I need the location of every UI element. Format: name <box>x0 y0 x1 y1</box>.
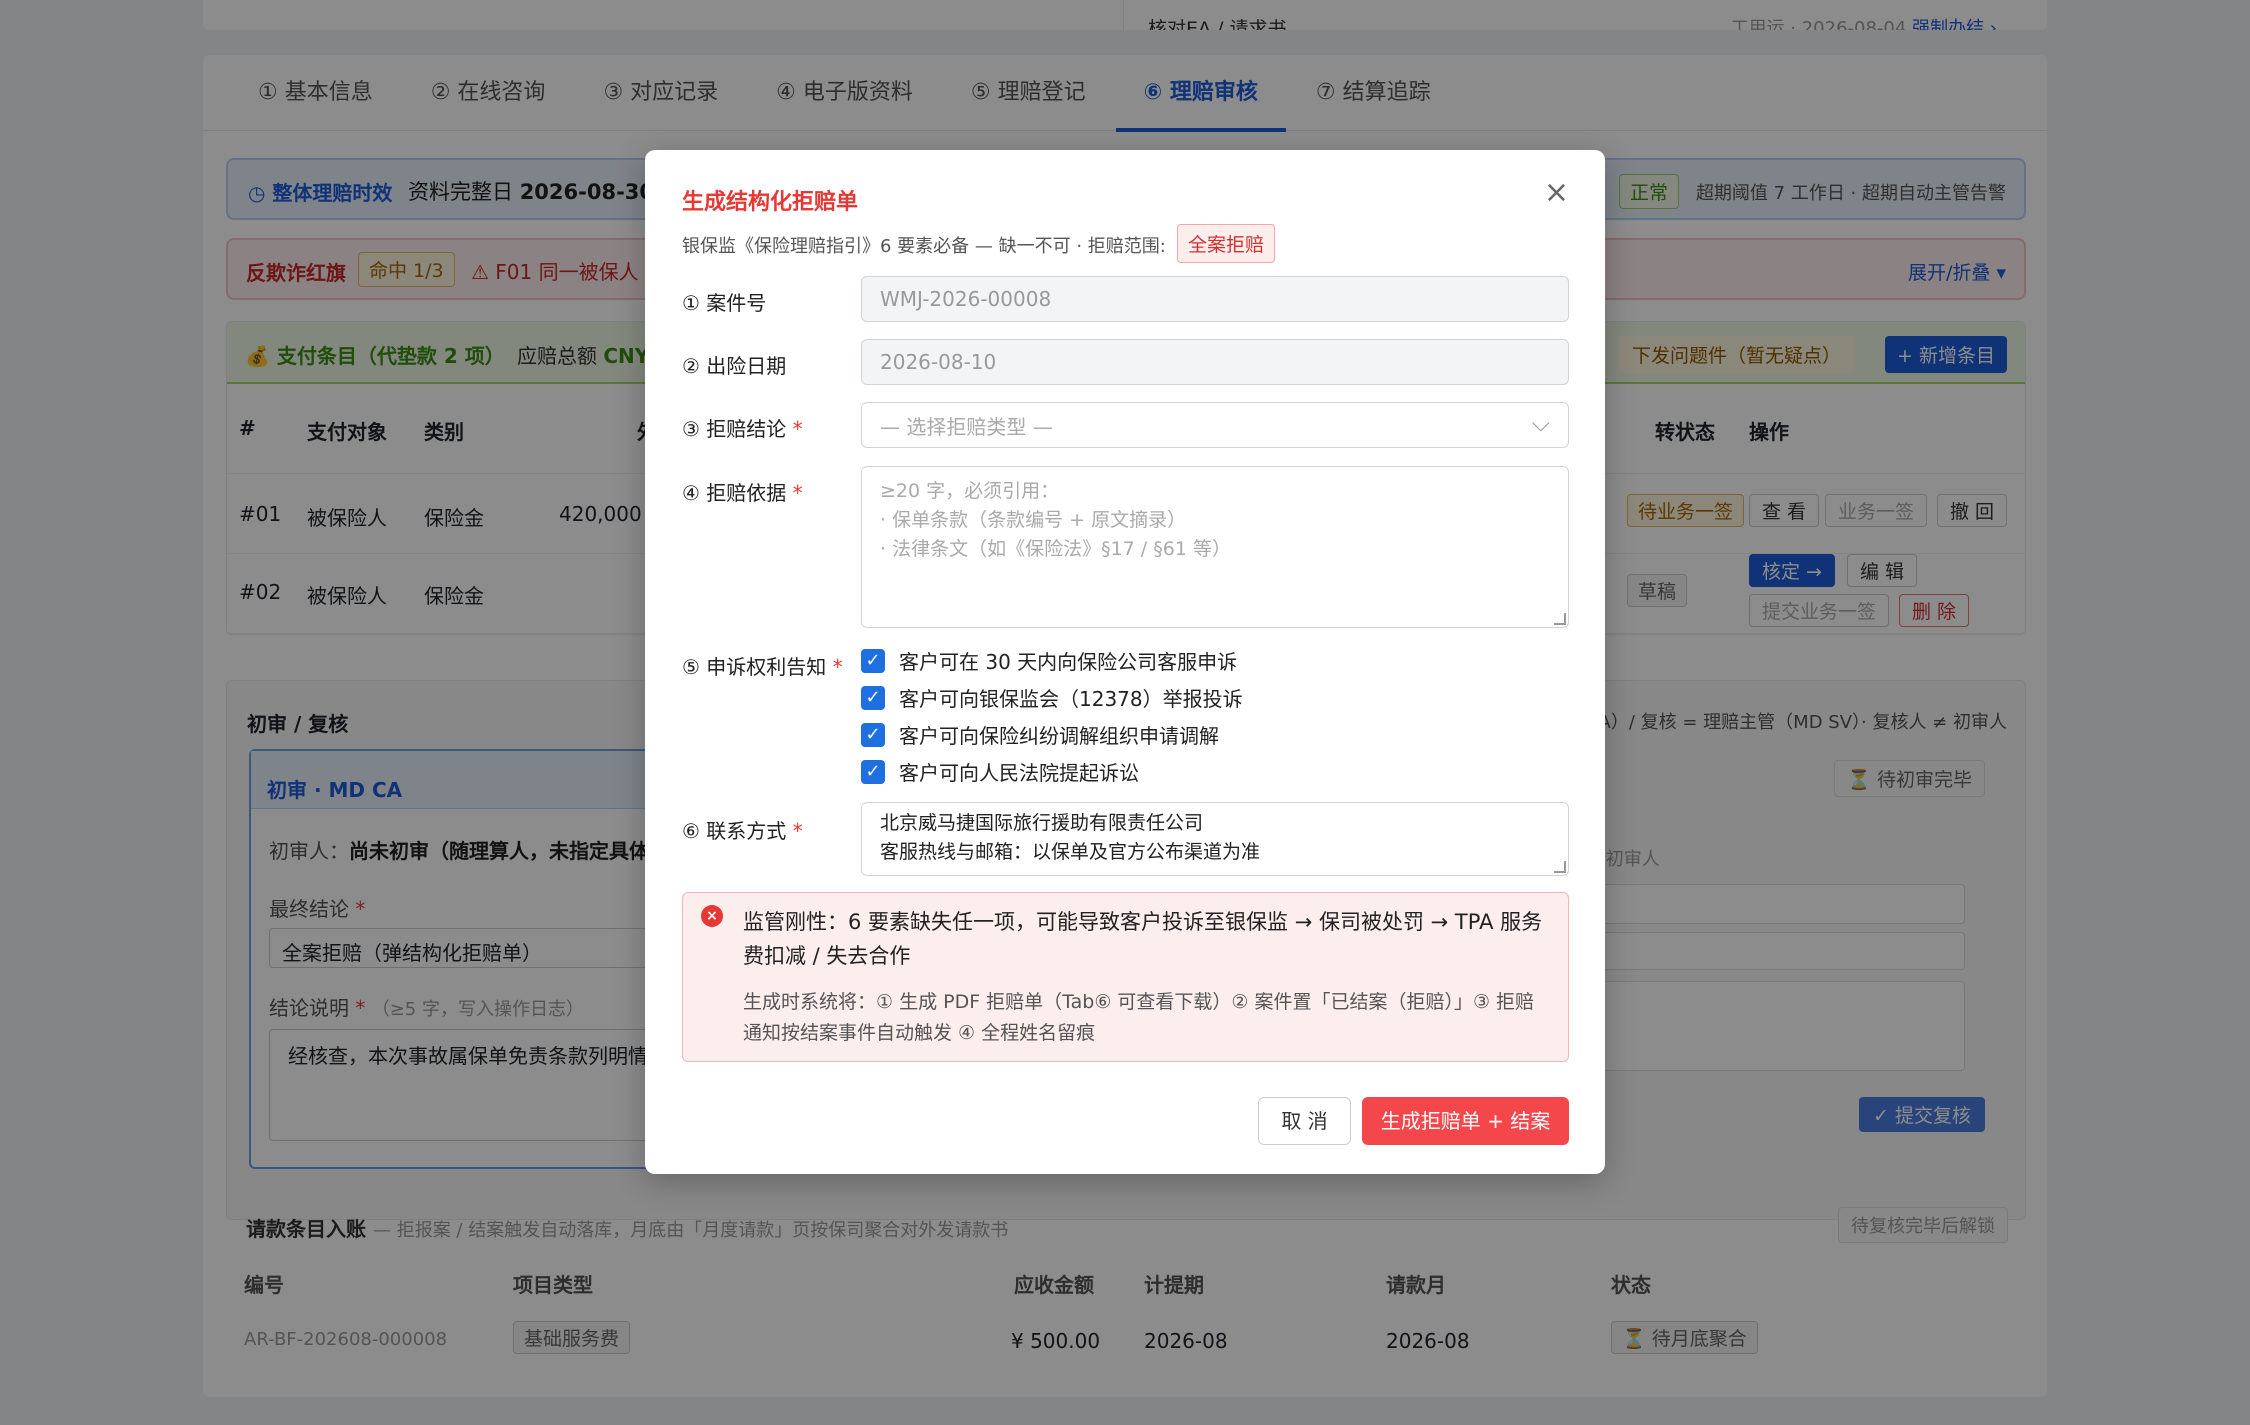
appeal-label: ⑤ 申诉权利告知 * <box>682 655 843 679</box>
basis-label: ④ 拒赔依据 * <box>682 481 803 505</box>
basis-placeholder: · 保单条款（条款编号 + 原文摘录） <box>880 509 1187 531</box>
warning-title: 监管刚性：6 要素缺失任一项，可能导致客户投诉至银保监 → 保司被处罚 → TP… <box>743 910 1543 968</box>
rejection-modal: 生成结构化拒赔单 × 银保监《保险理赔指引》6 要素必备 — 缺一不可 · 拒赔… <box>645 150 1605 1174</box>
date-label: ② 出险日期 <box>682 354 787 378</box>
error-icon: × <box>701 905 723 927</box>
modal-subtitle: 银保监《保险理赔指引》6 要素必备 — 缺一不可 · 拒赔范围: <box>682 236 1166 257</box>
checkbox-checked-icon[interactable]: ✓ <box>861 722 885 747</box>
appeal-option[interactable]: ✓ 客户可在 30 天内向保险公司客服申诉 <box>861 646 1237 675</box>
warning-detail: 生成时系统将：① 生成 PDF 拒赔单（Tab⑥ 可查看下载）② 案件置「已结案… <box>743 991 1535 1044</box>
basis-placeholder: ≥20 字，必须引用： <box>880 480 1060 502</box>
resize-handle[interactable] <box>1554 613 1566 625</box>
contact-line: 北京威马捷国际旅行援助有限责任公司 <box>880 812 1204 834</box>
checkbox-checked-icon[interactable]: ✓ <box>861 759 885 784</box>
appeal-option[interactable]: ✓ 客户可向银保监会（12378）举报投诉 <box>861 683 1243 712</box>
appeal-option[interactable]: ✓ 客户可向保险纠纷调解组织申请调解 <box>861 720 1219 749</box>
close-icon[interactable]: × <box>1544 178 1569 208</box>
conclusion-label: ③ 拒赔结论 * <box>682 417 803 441</box>
incident-date-field: 2026-08-10 <box>861 339 1569 385</box>
contact-textarea[interactable]: 北京威马捷国际旅行援助有限责任公司 客服热线与邮箱：以保单及官方公布渠道为准 <box>861 802 1569 876</box>
appeal-option[interactable]: ✓ 客户可向人民法院提起诉讼 <box>861 757 1139 786</box>
regulatory-warning: × 监管刚性：6 要素缺失任一项，可能导致客户投诉至银保监 → 保司被处罚 → … <box>682 892 1569 1062</box>
generate-and-close-button[interactable]: 生成拒赔单 + 结案 <box>1362 1097 1569 1145</box>
checkbox-checked-icon[interactable]: ✓ <box>861 685 885 710</box>
rejection-type-select[interactable]: — 选择拒赔类型 — ⌵ <box>861 402 1569 448</box>
case-label: ① 案件号 <box>682 291 767 315</box>
contact-line: 客服热线与邮箱：以保单及官方公布渠道为准 <box>880 841 1261 863</box>
case-number-field: WMJ-2026-00008 <box>861 276 1569 322</box>
rejection-basis-textarea[interactable]: ≥20 字，必须引用： · 保单条款（条款编号 + 原文摘录） · 法律条文（如… <box>861 466 1569 628</box>
resize-handle[interactable] <box>1554 861 1566 873</box>
rejection-type-placeholder: — 选择拒赔类型 — <box>880 414 1053 439</box>
contact-label: ⑥ 联系方式 * <box>682 819 803 843</box>
basis-placeholder: · 法律条文（如《保险法》§17 / §61 等） <box>880 538 1231 560</box>
chevron-down-icon: ⌵ <box>1531 409 1550 437</box>
scope-badge: 全案拒赔 <box>1177 224 1276 263</box>
modal-title: 生成结构化拒赔单 <box>682 190 859 215</box>
checkbox-checked-icon[interactable]: ✓ <box>861 648 885 673</box>
cancel-button[interactable]: 取 消 <box>1258 1097 1351 1145</box>
